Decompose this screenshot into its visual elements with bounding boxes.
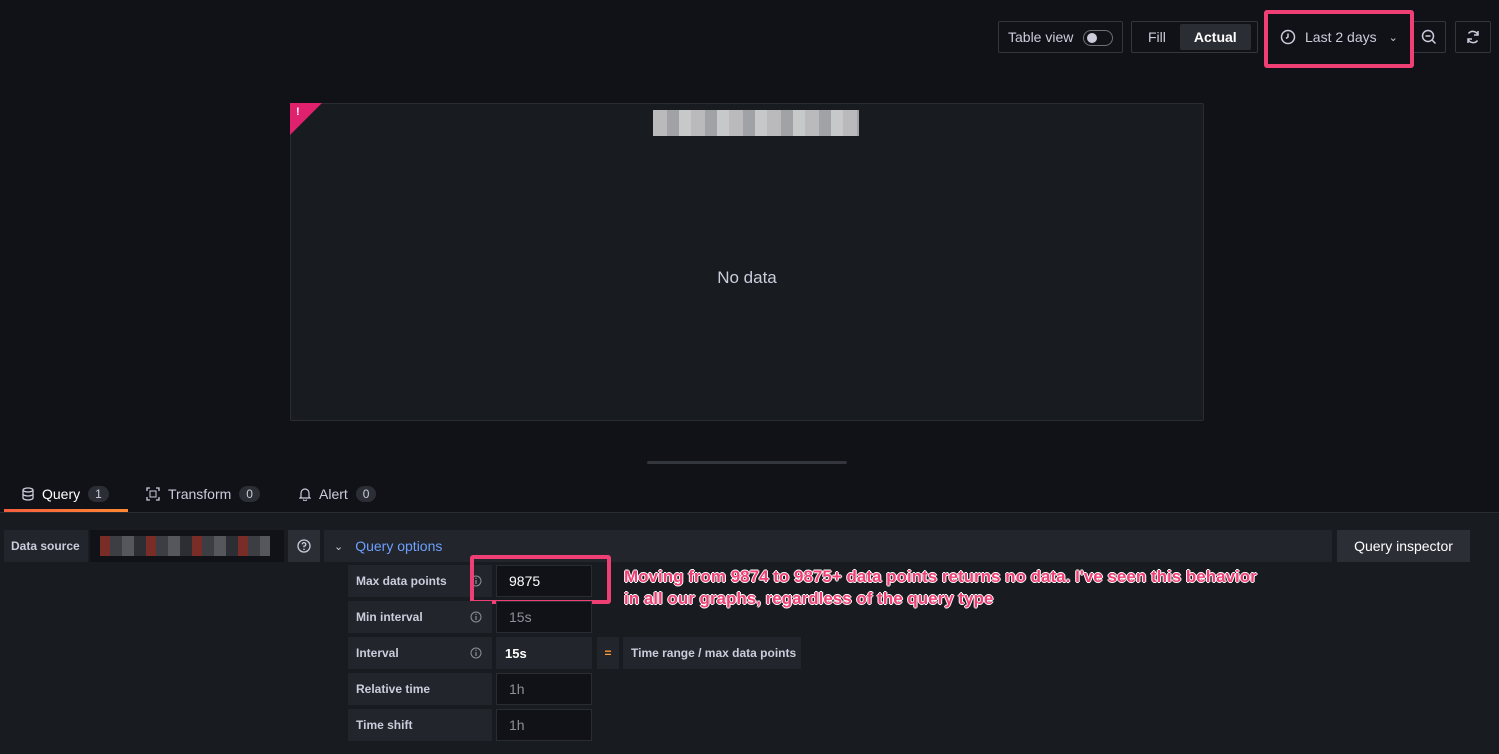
zoom-out-button[interactable] xyxy=(1412,21,1446,53)
max-data-points-highlight xyxy=(470,555,611,604)
warning-icon: ! xyxy=(296,106,300,118)
database-icon xyxy=(22,487,34,501)
time-shift-input[interactable]: 1h xyxy=(496,709,592,741)
refresh-icon xyxy=(1467,30,1479,44)
time-shift-label: Time shift xyxy=(348,709,492,741)
max-data-points-text: Max data points xyxy=(356,574,447,588)
table-view-label: Table view xyxy=(1008,29,1074,45)
splitter-handle[interactable] xyxy=(647,461,847,464)
min-interval-text: Min interval xyxy=(356,610,423,624)
tab-query-count: 1 xyxy=(88,486,109,502)
tab-transform-count: 0 xyxy=(239,486,260,502)
tab-query[interactable]: Query 1 xyxy=(4,476,128,512)
tab-alert[interactable]: Alert 0 xyxy=(299,476,377,512)
min-interval-input[interactable]: 15s xyxy=(496,601,592,633)
info-icon[interactable] xyxy=(470,611,482,623)
panel-editor: Table view Fill Actual Last 2 days ⌄ ! N… xyxy=(0,0,1499,754)
query-inspector-button[interactable]: Query inspector xyxy=(1337,530,1470,562)
min-interval-label: Min interval xyxy=(348,601,492,633)
query-editor: Data source ⌄ Query options Query inspec… xyxy=(0,512,1499,754)
annotation-line-1: Moving from 9874 to 9875+ data points re… xyxy=(624,567,1257,586)
time-range-highlight xyxy=(1264,10,1414,68)
interval-value: 15s xyxy=(496,637,592,669)
no-data-message: No data xyxy=(717,268,777,287)
interval-text: Interval xyxy=(356,646,399,660)
relative-time-label: Relative time xyxy=(348,673,492,705)
chevron-down-icon: ⌄ xyxy=(334,540,344,553)
refresh-button[interactable] xyxy=(1455,21,1491,53)
data-source-picker[interactable] xyxy=(90,530,284,562)
annotation-line-2: in all our graphs, regardless of the que… xyxy=(624,589,994,608)
table-view-toggle[interactable]: Table view xyxy=(998,21,1123,53)
tab-alert-count: 0 xyxy=(355,486,377,502)
equals-sign: = xyxy=(597,637,619,669)
transform-icon xyxy=(146,487,160,501)
info-icon[interactable] xyxy=(470,647,482,659)
annotation-note: Moving from 9874 to 9875+ data points re… xyxy=(624,566,1384,610)
fill-button[interactable]: Fill xyxy=(1134,24,1180,50)
bell-icon xyxy=(299,488,311,501)
tab-query-label: Query xyxy=(42,486,81,502)
relative-time-input[interactable]: 1h xyxy=(496,673,592,705)
table-view-switch[interactable] xyxy=(1083,30,1113,46)
data-source-label: Data source xyxy=(4,530,88,562)
question-circle-icon xyxy=(297,539,311,553)
warning-corner[interactable] xyxy=(290,103,322,135)
tab-transform-label: Transform xyxy=(168,486,232,502)
fill-actual-group: Fill Actual xyxy=(1131,21,1258,53)
actual-button[interactable]: Actual xyxy=(1179,24,1251,50)
tab-transform[interactable]: Transform 0 xyxy=(146,476,260,512)
panel-title-redacted xyxy=(653,110,859,136)
interval-label: Interval xyxy=(348,637,492,669)
editor-tabs: Query 1 Transform 0 Alert 0 xyxy=(0,476,1499,512)
data-source-help-button[interactable] xyxy=(288,530,320,562)
query-options-label: Query options xyxy=(355,538,443,554)
interval-formula: Time range / max data points xyxy=(623,637,801,669)
panel-preview: ! No data xyxy=(290,103,1204,421)
tab-alert-label: Alert xyxy=(319,486,348,502)
zoom-out-icon xyxy=(1421,29,1437,45)
